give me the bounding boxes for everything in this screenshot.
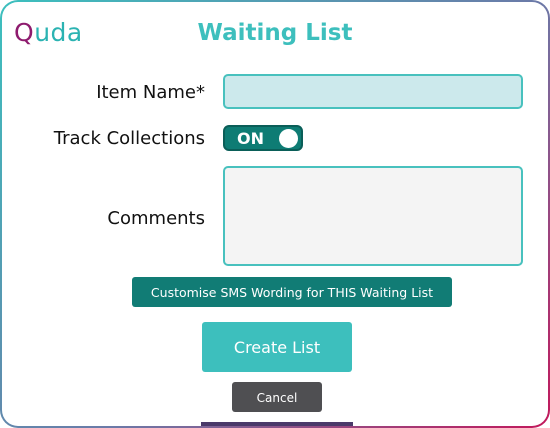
bottom-edge-strip — [201, 422, 353, 426]
track-collections-label: Track Collections — [53, 128, 205, 149]
item-name-input[interactable] — [223, 74, 523, 109]
toggle-knob — [279, 129, 298, 148]
toggle-state-text: ON — [237, 129, 264, 148]
dialog-body: Quda Waiting List Item Name* Track Colle… — [2, 2, 548, 426]
comments-label: Comments — [107, 208, 205, 229]
comments-textarea[interactable] — [223, 166, 523, 266]
dialog-frame: Quda Waiting List Item Name* Track Colle… — [0, 0, 550, 428]
track-collections-toggle[interactable]: ON — [223, 125, 303, 151]
dialog-title: Waiting List — [197, 20, 353, 46]
cancel-button[interactable]: Cancel — [232, 382, 322, 412]
create-list-button[interactable]: Create List — [202, 322, 352, 372]
customise-sms-button[interactable]: Customise SMS Wording for THIS Waiting L… — [132, 277, 452, 307]
item-name-label: Item Name* — [96, 82, 205, 103]
